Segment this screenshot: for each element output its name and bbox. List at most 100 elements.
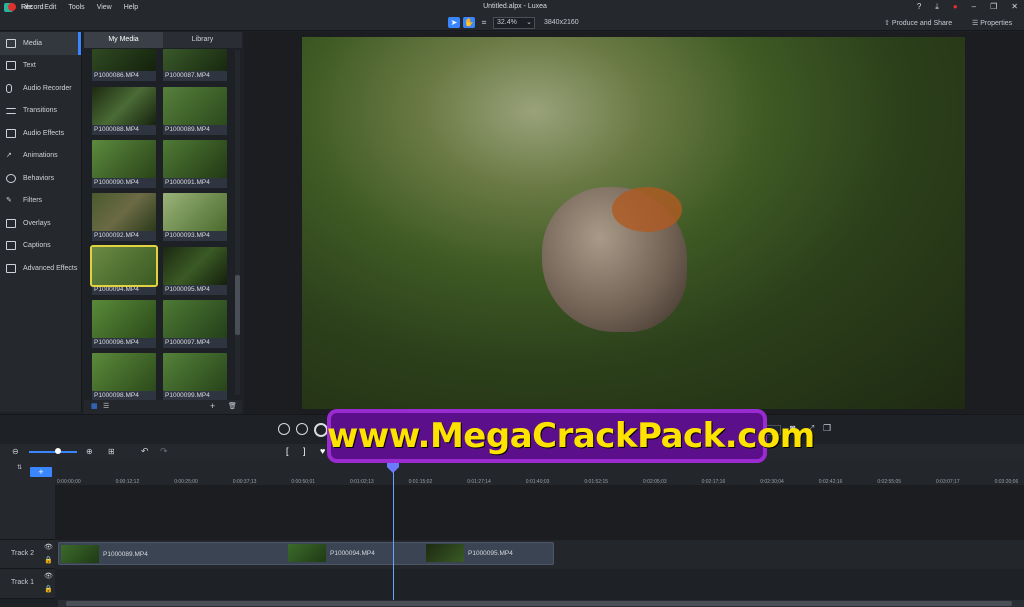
zoom-out-icon[interactable]: ⊖ xyxy=(12,447,19,456)
media-item[interactable]: P1000088.MP4 xyxy=(92,87,156,137)
timeline-scrollbar-thumb[interactable] xyxy=(66,601,1012,606)
media-item-label: P1000096.MP4 xyxy=(92,338,156,348)
notification-icon[interactable]: ● xyxy=(953,2,958,12)
add-media-icon[interactable]: + xyxy=(210,401,215,411)
media-item-label: P1000092.MP4 xyxy=(92,231,156,241)
media-item-label: P1000086.MP4 xyxy=(92,71,156,81)
track-settings-icon[interactable]: ⇅ xyxy=(17,464,22,471)
captions-icon xyxy=(6,241,16,251)
tab-my-media[interactable]: My Media xyxy=(84,32,163,48)
media-thumbnail xyxy=(163,49,227,71)
sidebar-item-label: Filters xyxy=(23,197,43,205)
eye-icon[interactable]: 👁 xyxy=(44,572,53,580)
media-item[interactable]: P1000096.MP4 xyxy=(92,300,156,350)
redo-icon[interactable]: ↷ xyxy=(160,446,168,457)
media-item[interactable]: P1000093.MP4 xyxy=(163,193,227,243)
timeline-clip[interactable]: P1000095.MP4 xyxy=(424,542,554,565)
playhead-line[interactable] xyxy=(393,460,394,600)
media-item-label: P1000094.MP4 xyxy=(92,285,156,295)
help-icon[interactable]: ? xyxy=(917,2,921,12)
time-ruler[interactable]: 0:00:00;00 0:00:12;12 0:00:25;00 0:00:37;13… xyxy=(55,460,1024,485)
maximize-button[interactable]: ❐ xyxy=(990,2,997,12)
zoom-select[interactable]: 32.4% ⌄ xyxy=(493,17,535,29)
media-thumbnail xyxy=(92,87,156,125)
lock-icon[interactable]: 🔒 xyxy=(44,556,53,564)
trash-icon[interactable]: 🗑 xyxy=(228,402,237,410)
media-item-label: P1000090.MP4 xyxy=(92,178,156,188)
video-subject-highlight xyxy=(612,187,682,232)
media-item-label: P1000095.MP4 xyxy=(163,285,227,295)
video-canvas[interactable] xyxy=(302,37,965,409)
zoom-in-icon[interactable]: ⊕ xyxy=(86,447,93,456)
properties-label: Properties xyxy=(980,20,1013,27)
media-item[interactable]: P1000098.MP4 xyxy=(92,353,156,403)
mark-out-icon[interactable]: ] xyxy=(303,446,306,456)
crop-tool-icon[interactable]: ⌗ xyxy=(478,17,490,28)
add-track-button[interactable]: + xyxy=(30,467,52,477)
lock-icon[interactable]: 🔒 xyxy=(44,585,53,593)
media-item[interactable]: P1000099.MP4 xyxy=(163,353,227,403)
media-scrollbar-thumb[interactable] xyxy=(235,275,240,335)
step-forward-icon[interactable] xyxy=(296,423,308,435)
sidebar-item-media[interactable]: Media xyxy=(0,32,81,55)
media-item[interactable]: P1000089.MP4 xyxy=(163,87,227,137)
list-view-icon[interactable]: ☰ xyxy=(103,402,109,410)
download-icon[interactable]: ⤓ xyxy=(935,2,939,12)
sidebar-item-label: Text xyxy=(23,62,36,70)
close-button[interactable]: ✕ xyxy=(1011,2,1018,12)
record-button[interactable]: Record xyxy=(8,3,44,11)
media-item[interactable]: P1000092.MP4 xyxy=(92,193,156,243)
menu-view[interactable]: View xyxy=(97,4,112,11)
detach-preview-icon[interactable]: ❐ xyxy=(823,423,831,434)
sidebar-item-label: Animations xyxy=(23,152,58,160)
sidebar-item-advanced-effects[interactable]: Advanced Effects xyxy=(0,257,81,280)
sidebar-item-animations[interactable]: ↗ Animations xyxy=(0,145,81,168)
media-thumbnail xyxy=(92,49,156,71)
sidebar-item-audio-effects[interactable]: Audio Effects xyxy=(0,122,81,145)
menu-tools[interactable]: Tools xyxy=(68,4,84,11)
media-item[interactable]: P1000095.MP4 xyxy=(163,247,227,297)
mark-in-icon[interactable]: [ xyxy=(286,446,289,456)
sidebar-item-audio-recorder[interactable]: Audio Recorder xyxy=(0,77,81,100)
grid-view-icon[interactable]: ▦ xyxy=(91,402,98,410)
hand-tool-icon[interactable]: ✋ xyxy=(463,17,475,28)
minimize-button[interactable]: – xyxy=(972,2,976,12)
media-item[interactable]: P1000090.MP4 xyxy=(92,140,156,190)
sidebar-item-overlays[interactable]: Overlays xyxy=(0,212,81,235)
menu-help[interactable]: Help xyxy=(124,4,138,11)
media-item[interactable]: P1000097.MP4 xyxy=(163,300,227,350)
sidebar-item-filters[interactable]: ✎ Filters xyxy=(0,190,81,213)
speaker-icon xyxy=(6,128,16,138)
properties-button[interactable]: ☰ Properties xyxy=(972,19,1012,27)
sidebar-item-transitions[interactable]: Transitions xyxy=(0,100,81,123)
sidebar-item-label: Media xyxy=(23,39,43,47)
timeline-clip[interactable]: P1000094.MP4 xyxy=(286,542,422,565)
tab-library[interactable]: Library xyxy=(163,32,242,48)
canvas-dimensions[interactable]: 3840x2160 xyxy=(544,19,579,26)
step-back-icon[interactable] xyxy=(278,423,290,435)
marker-icon[interactable]: ♥ xyxy=(320,446,325,456)
media-thumbnail xyxy=(92,193,156,231)
sidebar-item-text[interactable]: Text xyxy=(0,55,81,78)
zoom-slider[interactable] xyxy=(29,451,77,453)
sidebar-item-label: Audio Effects xyxy=(23,129,65,137)
media-scrollbar[interactable] xyxy=(235,50,240,395)
sidebar-item-captions[interactable]: Captions xyxy=(0,235,81,258)
eye-icon[interactable]: 👁 xyxy=(44,543,53,551)
sidebar-item-behaviors[interactable]: Behaviors xyxy=(0,167,81,190)
media-thumbnail xyxy=(163,300,227,338)
media-item-selected[interactable]: P1000094.MP4 xyxy=(90,245,158,297)
select-tool-icon[interactable]: ➤ xyxy=(448,17,460,28)
sidebar-item-label: Overlays xyxy=(23,219,51,227)
menu-edit[interactable]: Edit xyxy=(44,4,56,11)
undo-icon[interactable]: ↶ xyxy=(141,446,149,457)
share-icon: ⇧ xyxy=(884,20,892,27)
play-icon[interactable] xyxy=(314,423,328,437)
media-thumbnail xyxy=(163,87,227,125)
zoom-slider-handle[interactable] xyxy=(55,448,61,454)
fit-timeline-icon[interactable]: ⊞ xyxy=(108,447,115,456)
media-item[interactable]: P1000091.MP4 xyxy=(163,140,227,190)
track-lane-1 xyxy=(55,569,1024,599)
timeline-corner: + ⇅ xyxy=(0,460,55,485)
produce-share-button[interactable]: ⇧ Produce and Share xyxy=(884,19,952,27)
